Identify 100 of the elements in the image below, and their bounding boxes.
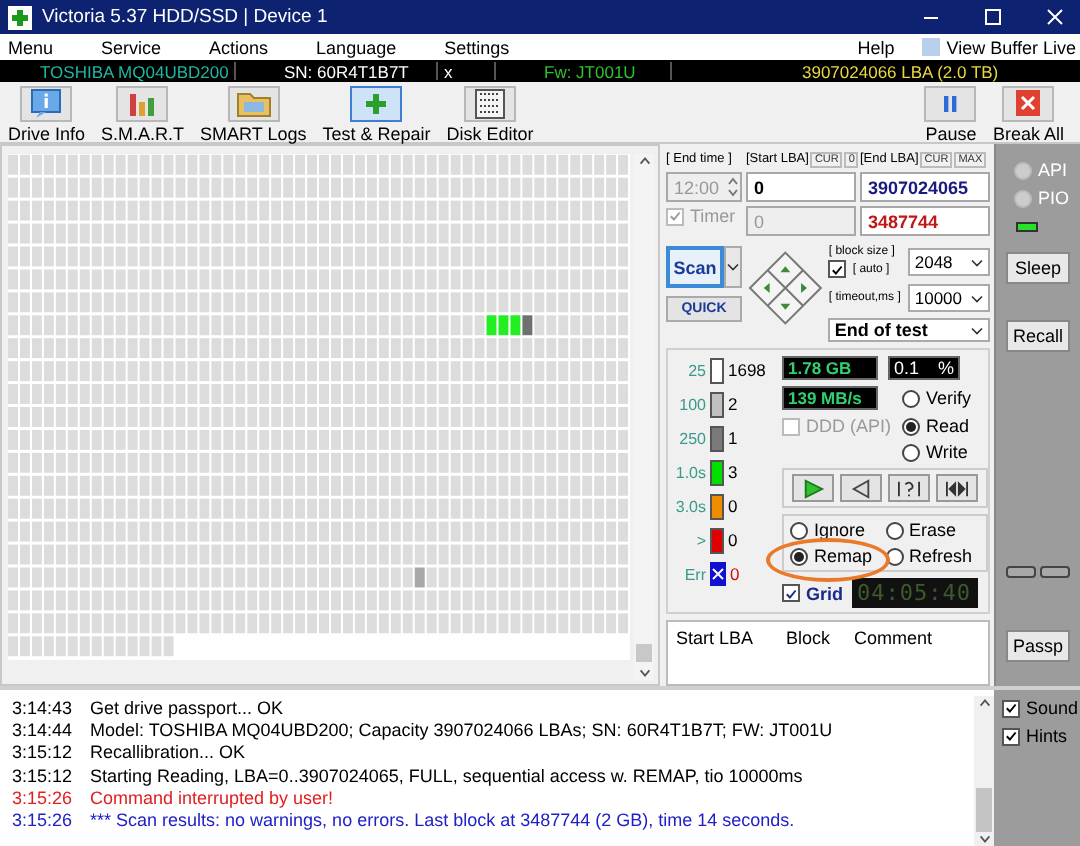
scroll-down-icon[interactable] [637, 666, 652, 680]
current-lba-field: 0 [746, 206, 856, 236]
end-lba-field[interactable]: 3907024065 [860, 172, 990, 202]
caret-icon [726, 262, 740, 272]
log-message: Recallibration... OK [90, 742, 246, 763]
toolbar-button[interactable]: SMART Logs [196, 86, 311, 144]
scroll-up-icon[interactable] [977, 696, 991, 710]
status-led [1016, 222, 1038, 232]
bytes-read-display: 1.78 GB [782, 356, 878, 380]
jump-icon [896, 477, 922, 499]
drive-capacity: 3907024066 LBA (2.0 TB) [800, 61, 999, 81]
close-icon [1045, 8, 1063, 26]
column-header: Comment [854, 628, 935, 648]
toolbar-button[interactable]: Disk Editor [442, 86, 538, 144]
action-radio[interactable]: Refresh [885, 546, 980, 566]
log-time: 3:15:12 [12, 742, 75, 763]
legend-label: Err [682, 565, 706, 583]
log-message: *** Scan results: no warnings, no errors. Last block at 3487744 (2 GB), time 14 seconds. [90, 810, 795, 831]
action-radio[interactable]: Erase [885, 520, 980, 540]
end-action-select[interactable]: End of test [828, 318, 990, 342]
percent-display: 0.1 % [888, 356, 960, 380]
log-time: 3:14:43 [12, 697, 75, 718]
mode-radio[interactable]: Verify [902, 388, 988, 408]
menu-item[interactable]: Service [101, 37, 162, 57]
caret-icon [970, 293, 984, 303]
log-time: 3:14:44 [12, 719, 75, 740]
indicator-box [1040, 566, 1070, 578]
scrollbar[interactable] [634, 154, 654, 680]
view-buffer-checkbox[interactable]: View Buffer Live [922, 37, 1076, 57]
log-message: Command interrupted by user! [90, 787, 334, 808]
indicator-box [1006, 566, 1036, 578]
log-message: Starting Reading, LBA=0..3907024065, FULL, sequential access w. REMAP, tio 10000ms [90, 765, 803, 786]
legend-count: 2 [728, 394, 738, 414]
direction-pad[interactable] [748, 250, 823, 326]
scan-button[interactable]: Scan [666, 246, 724, 288]
legend-label: 250 [677, 429, 706, 447]
passport-button[interactable]: Passp [1006, 630, 1070, 662]
column-header: Start LBA [676, 628, 756, 648]
legend-label: > [694, 531, 706, 549]
toolbar-button[interactable]: S.M.A.R.T [97, 86, 189, 144]
scan-menu-button[interactable] [724, 246, 742, 288]
menu-item[interactable]: Actions [209, 37, 269, 57]
block-size-select[interactable]: 2048 [908, 248, 990, 276]
mode-radio[interactable]: Read [902, 416, 988, 436]
menu-item[interactable]: Language [316, 37, 397, 57]
log-time: 3:15:12 [12, 765, 75, 786]
log-message: Model: TOSHIBA MQ04UBD200; Capacity 3907024066 LBAs; SN: 60R4T1B7T; FW: JT001U [90, 719, 833, 740]
sleep-button[interactable]: Sleep [1006, 252, 1070, 284]
speed-display: 139 MB/s [782, 386, 878, 410]
action-radio[interactable]: Remap [790, 546, 885, 566]
hex-grid-icon [470, 88, 511, 120]
scroll-up-icon[interactable] [637, 154, 652, 168]
log-time: 3:15:26 [12, 787, 75, 808]
scroll-thumb[interactable] [636, 644, 653, 662]
toolbar-button[interactable]: Break All [988, 86, 1068, 144]
mode-radio[interactable]: Write [902, 442, 988, 462]
elapsed-time-display: 04:05:40 [851, 578, 977, 608]
toolbar-button[interactable]: Drive Info [4, 86, 90, 144]
scrollbar[interactable] [974, 696, 994, 846]
current-position-field: 3487744 [860, 206, 990, 236]
legend-count: 0 [728, 496, 738, 516]
timeout-select[interactable]: 10000 [908, 284, 990, 312]
menu-item[interactable]: Settings [444, 37, 510, 57]
start-lba-field[interactable]: 0 [746, 172, 856, 202]
legend-label: 100 [677, 395, 706, 413]
playback-button[interactable] [840, 474, 882, 502]
caret-icon [970, 257, 984, 267]
menu-item[interactable]: Help [857, 37, 895, 57]
window-title: Victoria 5.37 HDD/SSD | Device 1 [42, 6, 330, 28]
drive-serial: SN: 60R4T1B7T [282, 61, 411, 81]
checkmark-icon [830, 261, 845, 277]
legend-label: 25 [686, 361, 706, 379]
playback-button[interactable] [792, 474, 834, 502]
scroll-down-icon[interactable] [977, 832, 991, 846]
log-time: 3:15:26 [12, 810, 75, 831]
recall-button[interactable]: Recall [1006, 320, 1070, 352]
option-checkbox[interactable]: Sound [1002, 698, 1080, 718]
checkmark-icon [668, 208, 682, 224]
close-drive-button[interactable]: x [438, 61, 494, 81]
maximize-icon [983, 8, 1001, 26]
caret-icon [970, 325, 984, 335]
legend-count: 1698 [728, 360, 766, 380]
legend-count: 0 [728, 530, 738, 550]
reverse-icon [848, 477, 874, 499]
app-icon [8, 5, 32, 29]
option-checkbox[interactable]: Hints [1002, 726, 1080, 746]
legend-count: 0 [730, 564, 740, 584]
info-icon [26, 88, 67, 120]
drive-firmware: Fw: JT001U [542, 61, 638, 81]
playback-button[interactable] [888, 474, 930, 502]
action-radio[interactable]: Ignore [790, 520, 885, 540]
skip-icon [944, 477, 970, 499]
toolbar-button[interactable]: Test & Repair [318, 86, 435, 144]
playback-button[interactable] [936, 474, 978, 502]
menu-item[interactable]: Menu [8, 37, 54, 57]
column-header: Block [786, 628, 833, 648]
legend-label: 3.0s [673, 497, 706, 515]
grid-checkbox[interactable]: Grid [782, 583, 844, 603]
legend-label: 1.0s [673, 463, 706, 481]
scroll-thumb[interactable] [976, 788, 992, 832]
